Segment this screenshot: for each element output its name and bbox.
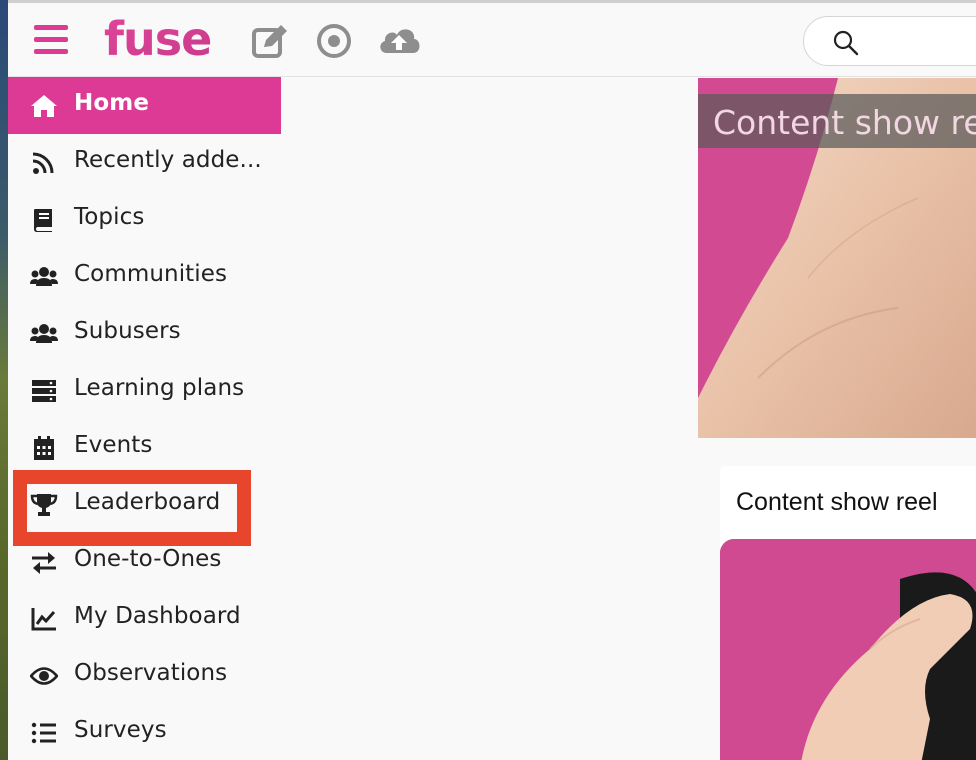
sidebar-item-label: Observations — [74, 660, 228, 686]
sidebar-item-label: My Dashboard — [74, 603, 241, 629]
sidebar-item-label: Home — [74, 90, 150, 116]
sidebar-item-label: Leaderboard — [74, 489, 221, 515]
top-navigation-bar: fuse — [8, 3, 976, 77]
sidebar-item-label: Surveys — [74, 717, 167, 743]
search-icon[interactable] — [832, 29, 860, 57]
sidebar-item-label: One-to-Ones — [74, 546, 222, 572]
content-card[interactable]: Content show reel — [720, 466, 976, 760]
search-input[interactable] — [868, 29, 976, 53]
trophy-icon — [30, 494, 58, 516]
sidebar-item-leaderboard[interactable]: Leaderboard — [8, 476, 281, 533]
sidebar-item-events[interactable]: Events — [8, 419, 281, 476]
sidebar-item-label: Topics — [74, 204, 145, 230]
sidebar-item-my-dashboard[interactable]: My Dashboard — [8, 590, 281, 647]
calendar-icon — [34, 436, 54, 460]
hero-caption-text: Content show ree — [713, 103, 976, 142]
sidebar-item-learning-plans[interactable]: Learning plans — [8, 362, 281, 419]
record-icon[interactable] — [314, 21, 354, 61]
home-icon — [31, 95, 57, 117]
sidebar-item-communities[interactable]: Communities — [8, 248, 281, 305]
sidebar-item-subusers[interactable]: Subusers — [8, 305, 281, 362]
rss-icon — [32, 152, 54, 174]
chart-line-icon — [31, 608, 56, 631]
sidebar-item-label: Events — [74, 432, 153, 458]
sidebar-item-label: Learning plans — [74, 375, 245, 401]
server-icon — [32, 380, 56, 402]
browser-window: fuse Home Recently adde... Topics Commun… — [8, 0, 976, 760]
sidebar-item-home[interactable]: Home — [8, 77, 281, 134]
sidebar-item-label: Subusers — [74, 318, 181, 344]
card-image[interactable] — [720, 539, 976, 760]
hamburger-menu-icon[interactable] — [34, 25, 70, 55]
search-bar[interactable] — [803, 16, 976, 66]
users-icon — [30, 324, 58, 343]
card-title: Content show reel — [736, 488, 938, 516]
fuse-logo[interactable]: fuse — [102, 15, 220, 65]
sidebar-item-label: Recently adde... — [74, 147, 262, 173]
sidebar-item-label: Communities — [74, 261, 228, 287]
hero-banner-image[interactable]: Content show ree — [698, 78, 976, 438]
desktop-background — [0, 0, 8, 760]
list-icon — [31, 722, 56, 744]
edit-icon[interactable] — [250, 21, 290, 61]
sidebar-item-one-to-ones[interactable]: One-to-Ones — [8, 533, 281, 590]
book-icon — [34, 209, 52, 232]
sidebar-item-recently-added[interactable]: Recently adde... — [8, 134, 281, 191]
card-photo — [720, 539, 976, 760]
sidebar: Home Recently adde... Topics Communities… — [8, 77, 281, 760]
sidebar-item-observations[interactable]: Observations — [8, 647, 281, 704]
cloud-upload-icon[interactable] — [376, 21, 422, 61]
eye-icon — [30, 667, 58, 685]
users-icon — [30, 267, 58, 286]
sidebar-item-surveys[interactable]: Surveys — [8, 704, 281, 760]
svg-text:fuse: fuse — [104, 15, 211, 65]
hero-caption: Content show ree — [698, 94, 976, 148]
exchange-icon — [32, 552, 56, 574]
sidebar-item-topics[interactable]: Topics — [8, 191, 281, 248]
